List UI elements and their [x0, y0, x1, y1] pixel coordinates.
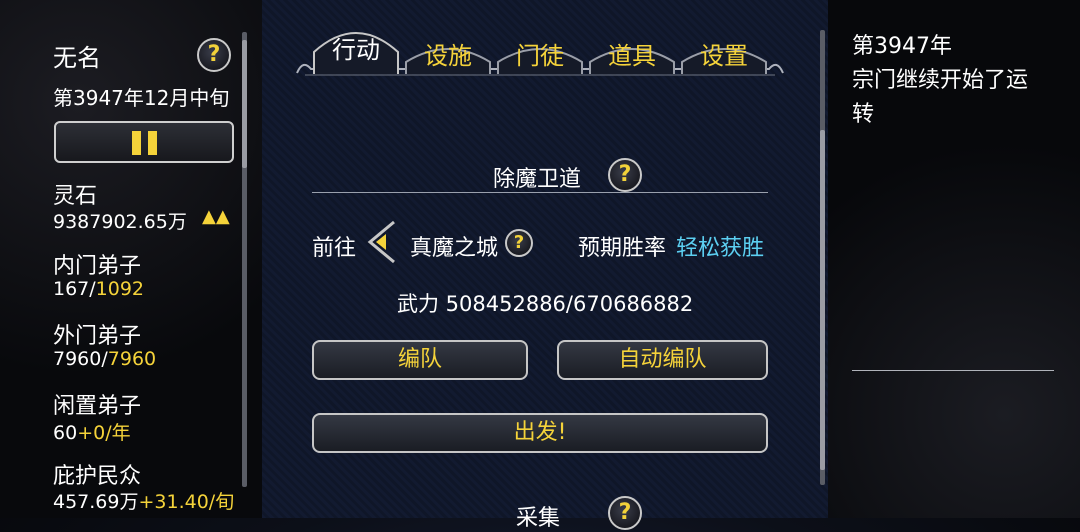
- pause-icon: [148, 131, 157, 155]
- destination-selector-arrow-icon[interactable]: [364, 218, 398, 266]
- destination-help-icon[interactable]: ?: [505, 229, 533, 257]
- stat-label-protected-people: 庇护民众: [53, 464, 142, 489]
- log-year: 第3947年: [852, 34, 952, 59]
- stat-value-spirit-stone: 9387902.65万: [53, 211, 187, 233]
- tab-disciples[interactable]: 门徒: [494, 30, 586, 74]
- tab-action[interactable]: 行动: [310, 30, 402, 74]
- pause-button[interactable]: [54, 121, 234, 163]
- mission-help-icon[interactable]: ?: [608, 158, 642, 192]
- next-section-title: 采集: [516, 506, 561, 531]
- stat-label-outer-disciples: 外门弟子: [53, 324, 142, 349]
- stat-label-inner-disciples: 内门弟子: [53, 254, 142, 279]
- team-button[interactable]: 编队: [312, 340, 528, 380]
- center-scrollbar-thumb[interactable]: [820, 130, 825, 470]
- increase-arrows-icon: ▲▲: [202, 206, 230, 227]
- game-date: 第3947年12月中旬: [53, 86, 230, 110]
- depart-button[interactable]: 出发!: [312, 413, 768, 453]
- log-message-line1: 宗门继续开始了运: [852, 68, 1029, 93]
- auto-team-button[interactable]: 自动编队: [557, 340, 768, 380]
- sect-name: 无名: [53, 44, 101, 72]
- pause-icon: [132, 131, 141, 155]
- win-rate-label: 预期胜率: [578, 236, 667, 261]
- next-section-help-icon[interactable]: ?: [608, 496, 642, 530]
- left-scrollbar-thumb[interactable]: [242, 40, 247, 168]
- mission-title: 除魔卫道: [493, 167, 582, 192]
- stat-value-outer-disciples: 7960/7960: [53, 348, 157, 370]
- section-divider: [312, 192, 768, 193]
- stat-value-inner-disciples: 167/1092: [53, 278, 145, 300]
- help-icon[interactable]: ?: [197, 38, 231, 72]
- win-rate-value: 轻松获胜: [676, 236, 765, 261]
- destination-name: 真魔之城: [410, 236, 499, 261]
- stat-value-idle-disciples: 60+0/年: [53, 422, 131, 444]
- tab-items[interactable]: 道具: [586, 30, 678, 74]
- power-value: 武力 508452886/670686882: [397, 292, 694, 316]
- go-label: 前往: [312, 236, 357, 261]
- stat-value-protected-people: 457.69万+31.40/旬: [53, 491, 235, 513]
- stat-label-spirit-stone: 灵石: [53, 184, 98, 209]
- tab-facilities[interactable]: 设施: [402, 30, 494, 74]
- log-message-line2: 转: [852, 102, 875, 127]
- log-divider: [852, 370, 1054, 371]
- tab-settings[interactable]: 设置: [678, 30, 770, 74]
- stat-label-idle-disciples: 闲置弟子: [53, 394, 142, 419]
